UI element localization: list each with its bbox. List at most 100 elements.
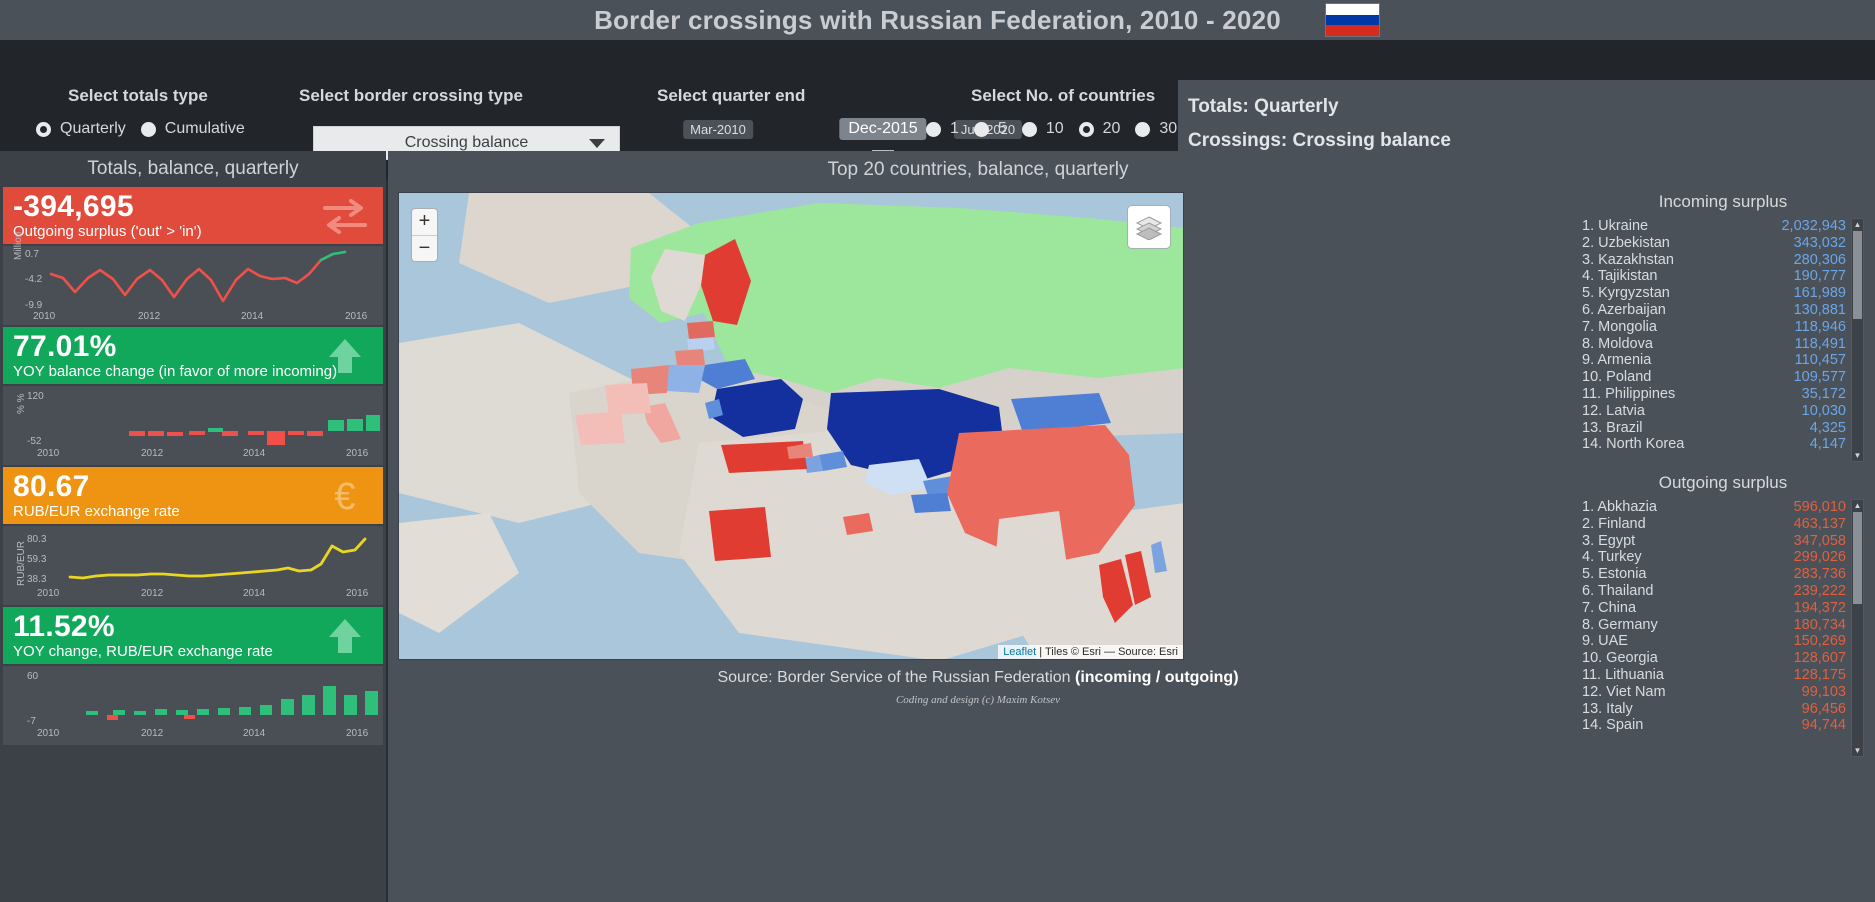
arrow-up-icon (329, 619, 361, 653)
incoming-list[interactable]: 1. Ukraine 2,032,943 2. Uzbekistan 343,032 3… (1578, 218, 1868, 463)
country-name: 13. Brazil (1582, 419, 1643, 436)
zoom-in-button[interactable]: + (412, 209, 437, 236)
country-name: 1. Ukraine (1582, 218, 1649, 234)
kpi-yoy-fx-caption: YOY change, RUB/EUR exchange rate (13, 643, 273, 660)
radio-count-10[interactable] (1021, 121, 1037, 137)
quarter-end-label: Select quarter end (657, 86, 806, 105)
source-bold: (incoming / outgoing) (1075, 669, 1239, 686)
country-value: 94,744 (1801, 717, 1846, 734)
kpi-card-balance: -394,695 Outgoing surplus ('out' > 'in') (3, 187, 383, 244)
scroll-up-icon[interactable]: ▲ (1852, 500, 1863, 511)
zoom-out-button[interactable]: − (412, 236, 437, 263)
country-value: 4,147 (1809, 436, 1846, 453)
country-value: 4,325 (1809, 419, 1846, 436)
radio-count-5[interactable] (973, 121, 989, 137)
radio-count-10-label: 10 (1045, 120, 1064, 137)
list-item[interactable]: 9. Armenia 110,457 (1578, 352, 1868, 369)
layers-icon[interactable] (1127, 205, 1171, 249)
country-value: 35,172 (1801, 385, 1846, 402)
slider-value-bubble: Dec-2015 (839, 118, 927, 140)
source-text: Source: Border Service of the Russian Fe… (717, 669, 1075, 686)
list-item[interactable]: 4. Tajikistan 190,777 (1578, 268, 1868, 285)
radio-count-20[interactable] (1078, 121, 1094, 137)
radio-count-1[interactable] (926, 121, 941, 137)
country-value: 190,777 (1793, 268, 1846, 285)
list-item[interactable]: 12. Viet Nam 99,103 (1578, 684, 1868, 701)
kpi-fx-value: 80.67 (13, 470, 90, 503)
kpi-yoy-fx-value: 11.52% (13, 610, 115, 643)
list-item[interactable]: 11. Lithuania 128,175 (1578, 667, 1868, 684)
list-item[interactable]: 14. Spain 94,744 (1578, 717, 1868, 734)
list-item[interactable]: 10. Poland 109,577 (1578, 369, 1868, 386)
list-item[interactable]: 6. Thailand 239,222 (1578, 583, 1868, 600)
totals-type-radio-group[interactable]: Quarterly Cumulative (36, 120, 251, 138)
leaflet-link[interactable]: Leaflet (1003, 646, 1036, 658)
kpi-card-yoy-fx: 11.52% YOY change, RUB/EUR exchange rate (3, 607, 383, 664)
outgoing-list[interactable]: 1. Abkhazia 596,010 2. Finland 463,137 3. Eg… (1578, 499, 1868, 759)
country-name: 9. UAE (1582, 633, 1628, 650)
list-item[interactable]: 5. Estonia 283,736 (1578, 566, 1868, 583)
list-item[interactable]: 1. Abkhazia 596,010 (1578, 499, 1868, 516)
country-name: 12. Latvia (1582, 402, 1645, 419)
choropleth-map[interactable]: + − Leaflet | Tiles © Esri — Source: Esr… (398, 192, 1184, 660)
list-item[interactable]: 8. Germany 180,734 (1578, 617, 1868, 634)
incoming-scrollbar[interactable]: ▲ ▼ (1851, 218, 1864, 462)
list-item[interactable]: 3. Egypt 347,058 (1578, 533, 1868, 550)
country-value: 180,734 (1793, 616, 1846, 633)
summary-totals: Totals: Quarterly (1188, 96, 1339, 117)
country-value: 128,607 (1793, 650, 1846, 667)
map-source-line: Source: Border Service of the Russian Fe… (388, 669, 1568, 687)
outgoing-scrollbar[interactable]: ▲ ▼ (1851, 499, 1864, 757)
map-zoom-controls[interactable]: + − (411, 208, 438, 262)
country-name: 14. Spain (1582, 717, 1644, 734)
radio-quarterly[interactable] (36, 121, 51, 137)
outgoing-scroll-thumb[interactable] (1853, 512, 1862, 604)
radio-count-30[interactable] (1135, 121, 1151, 137)
country-value: 110,457 (1794, 352, 1846, 369)
list-item[interactable]: 12. Latvia 10,030 (1578, 403, 1868, 420)
list-item[interactable]: 13. Italy 96,456 (1578, 701, 1868, 718)
list-item[interactable]: 3. Kazakhstan 280,306 (1578, 252, 1868, 269)
map-svg[interactable] (399, 193, 1184, 660)
incoming-list-title: Incoming surplus (1658, 192, 1788, 211)
map-attribution: Leaflet | Tiles © Esri — Source: Esri (998, 645, 1183, 659)
outgoing-list-title: Outgoing surplus (1658, 473, 1788, 492)
sparkline-yoy-balance-svg (129, 415, 380, 445)
list-item[interactable]: 5. Kyrgyzstan 161,989 (1578, 285, 1868, 302)
list-item[interactable]: 8. Moldova 118,491 (1578, 336, 1868, 353)
scroll-up-icon[interactable]: ▲ (1852, 219, 1863, 230)
country-name: 7. China (1582, 599, 1637, 616)
scroll-down-icon[interactable]: ▼ (1852, 745, 1863, 756)
center-panel-title: Top 20 countries, balance, quarterly (827, 159, 1129, 180)
country-name: 4. Turkey (1582, 549, 1642, 566)
list-item[interactable]: 4. Turkey 299,026 (1578, 549, 1868, 566)
kpi-yoy-balance-caption: YOY balance change (in favor of more inc… (13, 363, 338, 380)
kpi-card-fx-rate: 80.67 RUB/EUR exchange rate € (3, 467, 383, 524)
incoming-scroll-thumb[interactable] (1853, 231, 1862, 319)
kpi-yoy-balance-value: 77.01% (13, 330, 117, 363)
title-bar: Border crossings with Russian Federation… (0, 0, 1875, 40)
sparkline-yoy-fx-svg (86, 686, 378, 720)
scroll-down-icon[interactable]: ▼ (1852, 450, 1863, 461)
country-name: 8. Germany (1582, 616, 1658, 633)
list-item[interactable]: 6. Azerbaijan 130,881 (1578, 302, 1868, 319)
radio-cumulative-label: Cumulative (164, 120, 245, 137)
list-item[interactable]: 9. UAE 150,269 (1578, 633, 1868, 650)
left-panel: Totals, balance, quarterly -394,695 Outg… (0, 151, 386, 902)
list-item[interactable]: 1. Ukraine 2,032,943 (1578, 218, 1868, 235)
radio-cumulative[interactable] (140, 121, 156, 137)
list-item[interactable]: 10. Georgia 128,607 (1578, 650, 1868, 667)
country-value: 194,372 (1793, 599, 1846, 616)
list-item[interactable]: 14. North Korea 4,147 (1578, 436, 1868, 453)
list-item[interactable]: 11. Philippines 35,172 (1578, 386, 1868, 403)
list-item[interactable]: 7. China 194,372 (1578, 600, 1868, 617)
page-title: Border crossings with Russian Federation… (594, 4, 1281, 35)
country-value: 161,989 (1793, 285, 1846, 302)
list-item[interactable]: 2. Finland 463,137 (1578, 516, 1868, 533)
list-item[interactable]: 13. Brazil 4,325 (1578, 420, 1868, 437)
list-item[interactable]: 7. Mongolia 118,946 (1578, 319, 1868, 336)
country-value: 280,306 (1793, 251, 1846, 268)
sparkline-yoy-fx: 60 -7 2010 2012 2014 2016 (3, 666, 383, 745)
country-name: 2. Uzbekistan (1582, 234, 1670, 251)
list-item[interactable]: 2. Uzbekistan 343,032 (1578, 235, 1868, 252)
